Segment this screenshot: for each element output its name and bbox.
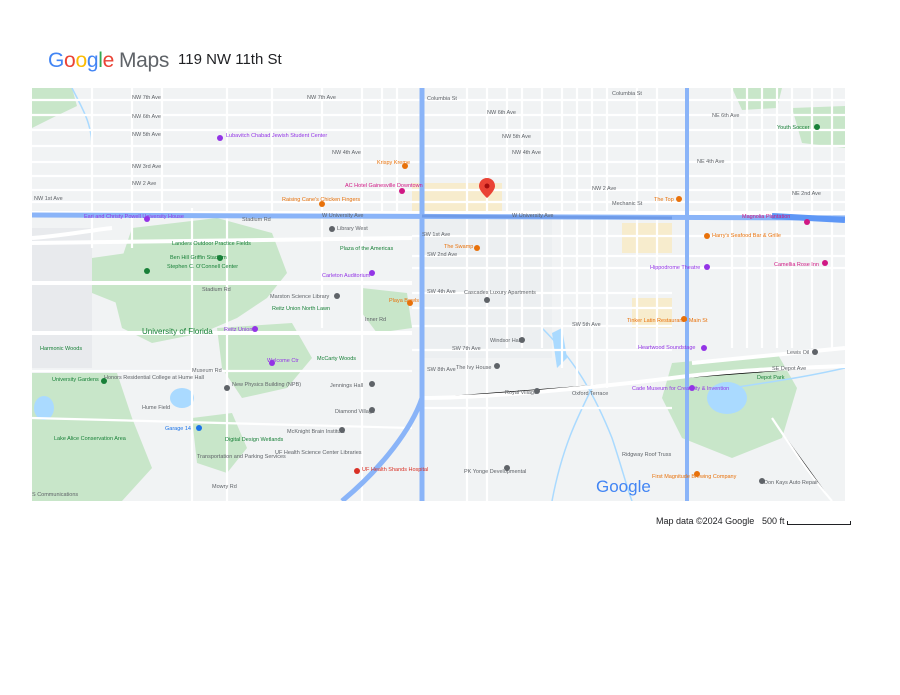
poi-label: Harmonic Woods xyxy=(40,346,82,352)
poi-label: New Physics Building (NPB) xyxy=(232,382,301,388)
poi-label: Honors Residential College at Hume Hall xyxy=(104,375,204,381)
scale-bar xyxy=(787,521,851,525)
poi-label: Youth Soccer xyxy=(777,125,810,131)
street-label: Inner Rd xyxy=(365,317,386,323)
poi-label: Playa Bowls xyxy=(389,298,419,304)
street-label: NW 7th Ave xyxy=(307,95,336,101)
poi-label: The Swamp xyxy=(444,244,473,250)
street-label: W University Ave xyxy=(322,213,363,219)
poi-label: Lubavitch Chabad Jewish Student Center xyxy=(226,133,327,139)
street-label: SW 5th Ave xyxy=(572,322,601,328)
map-attribution: Map data ©2024 Google xyxy=(656,516,755,526)
street-label: Columbia St xyxy=(427,96,457,102)
poi-label: UF Health Shands Hospital xyxy=(362,467,428,473)
poi-label: Don Kays Auto Repair xyxy=(764,480,818,486)
poi-label: PK Yonge Developmental xyxy=(464,469,526,475)
map-graphic: NW 7th Ave NW 7th Ave NW 6th Ave NW 6th … xyxy=(32,88,845,501)
street-label: Stadium Rd xyxy=(242,217,271,223)
poi-label: S Communications xyxy=(32,492,78,498)
poi-label: Hume Field xyxy=(142,405,170,411)
street-label: SW 1st Ave xyxy=(422,232,450,238)
poi-label: Camellia Rose Inn xyxy=(774,262,819,268)
poi-label: Heartwood Soundstage xyxy=(638,345,695,351)
street-label: Oxford Terrace xyxy=(572,391,608,397)
street-label: SW 7th Ave xyxy=(452,346,481,352)
google-maps-logo: Google Maps xyxy=(48,49,170,72)
poi-label: Reitz Union North Lawn xyxy=(272,306,330,312)
google-watermark: Google xyxy=(596,477,651,496)
poi-label: Diamond Village xyxy=(335,409,375,415)
poi-label: The Ivy House xyxy=(456,365,491,371)
street-label: NE 6th Ave xyxy=(712,113,739,119)
poi-label: First Magnitude Brewing Company xyxy=(652,474,737,480)
street-label: SW 8th Ave xyxy=(427,367,456,373)
water-bodies xyxy=(34,328,747,420)
poi-label: Tinker Latin Restaurant - Main St xyxy=(627,318,708,324)
poi-label: Royal Village xyxy=(505,390,537,396)
scale-label: 500 ft xyxy=(762,516,785,526)
map-canvas[interactable]: NW 7th Ave NW 7th Ave NW 6th Ave NW 6th … xyxy=(32,88,845,501)
poi-label: Ridgway Roof Truss xyxy=(622,452,671,458)
map-header: Google Maps 119 NW 11th St xyxy=(48,46,648,76)
street-label: NW 1st Ave xyxy=(34,196,63,202)
street-label: NW 6th Ave xyxy=(132,114,161,120)
poi-label: The Top xyxy=(654,197,674,203)
poi-label: UF Health Science Center Libraries xyxy=(275,450,362,456)
poi-label: McKnight Brain Institute xyxy=(287,429,345,435)
poi-label: Depot Park xyxy=(757,375,785,381)
logo-maps-text: Maps xyxy=(118,49,170,72)
poi-label: University Gardens xyxy=(52,377,99,383)
street-label: Mechanic St xyxy=(612,201,643,207)
street-label: Museum Rd xyxy=(192,368,222,374)
street-label: SW 2nd Ave xyxy=(427,252,457,258)
poi-label: Jennings Hall xyxy=(330,383,363,389)
poi-label: Harry's Seafood Bar & Grille xyxy=(712,233,781,239)
poi-label: Transportation and Parking Services xyxy=(197,454,286,460)
street-label: SE Depot Ave xyxy=(772,366,806,372)
poi-label: Welcome Ctr xyxy=(267,358,299,364)
street-label: NW 2 Ave xyxy=(132,181,156,187)
street-label: NW 5th Ave xyxy=(132,132,161,138)
poi-label: Cascades Luxury Apartments xyxy=(464,290,536,296)
street-label: NE 2nd Ave xyxy=(792,191,821,197)
poi-label: Ben Hill Griffin Stadium xyxy=(170,255,227,261)
poi-label: Library West xyxy=(337,226,368,232)
street-label: NW 3rd Ave xyxy=(132,164,161,170)
street-label: NW 5th Ave xyxy=(502,134,531,140)
poi-label: Krispy Kreme xyxy=(377,160,410,166)
poi-label: Magnolia Plantation xyxy=(742,214,790,220)
street-label: Mowry Rd xyxy=(212,484,237,490)
street-label: NW 6th Ave xyxy=(487,110,516,116)
poi-label: Eari and Christy Powell University House xyxy=(84,214,184,220)
poi-label: Reitz Union xyxy=(224,327,252,333)
poi-label: Hippodrome Theatre xyxy=(650,265,700,271)
poi-label: Lewis Oil xyxy=(787,350,809,356)
street-label: NW 4th Ave xyxy=(512,150,541,156)
poi-label: Landers Outdoor Practice Fields xyxy=(172,241,251,247)
street-label: NW 2 Ave xyxy=(592,186,616,192)
street-label: NW 7th Ave xyxy=(132,95,161,101)
street-label: Columbia St xyxy=(612,91,642,97)
poi-label: Carleton Auditorium xyxy=(322,273,371,279)
poi-label: Lake Alice Conservation Area xyxy=(54,436,127,442)
street-label: NW 4th Ave xyxy=(332,150,361,156)
address-title: 119 NW 11th St xyxy=(178,51,282,68)
street-label: SW 4th Ave xyxy=(427,289,456,295)
poi-label: Digital Design Wetlands xyxy=(225,437,284,443)
poi-label: Garage 14 xyxy=(165,426,191,432)
poi-label: AC Hotel Gainesville Downtown xyxy=(345,183,423,189)
poi-label: Marston Science Library xyxy=(270,294,330,300)
street-label: W University Ave xyxy=(512,213,553,219)
street-label: Stadium Rd xyxy=(202,287,231,293)
poi-label: Plaza of the Americas xyxy=(340,246,393,252)
street-label: NE 4th Ave xyxy=(697,159,724,165)
poi-label: Stephen C. O'Connell Center xyxy=(167,264,238,270)
poi-label: Cade Museum for Creativity & Invention xyxy=(632,386,729,392)
poi-label: McCarty Woods xyxy=(317,356,356,362)
poi-label: Raising Cane's Chicken Fingers xyxy=(282,197,360,203)
poi-label: Windsor Hall xyxy=(490,338,521,344)
poi-label: University of Florida xyxy=(142,327,213,336)
